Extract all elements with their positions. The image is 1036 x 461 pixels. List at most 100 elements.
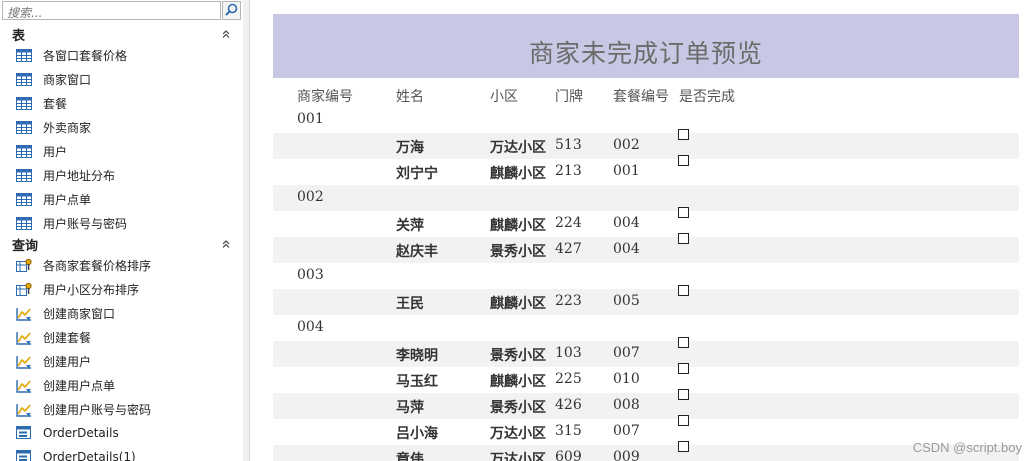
nav-item-tables[interactable]: 用户账号与密码 — [0, 211, 240, 235]
nav-item-queries[interactable]: 创建用户点单 — [0, 373, 240, 397]
nav-item-tables[interactable]: 外卖商家 — [0, 115, 240, 139]
nav-item-queries[interactable]: OrderDetails — [0, 421, 240, 445]
make-table-query-icon — [15, 329, 33, 345]
nav-item-label: 创建套餐 — [43, 330, 92, 345]
cell-name: 李晓明 — [396, 348, 438, 364]
cell-name: 马萍 — [396, 400, 424, 416]
cell-package-no: 010 — [613, 371, 640, 387]
cell-name: 章伟 — [396, 452, 424, 461]
cell-community: 景秀小区 — [490, 348, 546, 364]
form-icon — [15, 425, 33, 441]
cell-community: 万达小区 — [490, 452, 546, 461]
nav-item-queries[interactable]: 创建用户账号与密码 — [0, 397, 240, 421]
navigation-pane: 表 查询 各窗口套餐价格商家窗口套餐外卖商家用户用户地址分布用户点单用户账号与密… — [0, 0, 244, 461]
done-checkbox — [678, 233, 689, 244]
collapse-chevron-icon[interactable] — [220, 28, 232, 40]
report-view: 商家未完成订单预览 商家编号 姓名 小区 门牌 套餐编号 是否完成 001 万海万… — [250, 0, 1036, 461]
cell-community: 万达小区 — [490, 140, 546, 156]
column-header-done: 是否完成 — [679, 89, 735, 105]
cell-community: 景秀小区 — [490, 244, 546, 260]
nav-item-label: 创建用户点单 — [43, 378, 116, 393]
column-header-package-no: 套餐编号 — [613, 89, 669, 105]
report-detail-row: 马玉红 麒麟小区 225 010 — [273, 363, 1019, 393]
cell-merchant-no: 003 — [297, 267, 324, 283]
search-button[interactable] — [222, 1, 241, 20]
make-table-query-icon — [15, 377, 33, 393]
collapse-chevron-icon[interactable] — [220, 238, 232, 250]
nav-item-tables[interactable]: 各窗口套餐价格 — [0, 43, 240, 67]
nav-item-tables[interactable]: 用户地址分布 — [0, 163, 240, 187]
crosstab-query-icon — [15, 281, 33, 297]
queries-group-label: 查询 — [12, 238, 39, 254]
cell-community: 景秀小区 — [490, 400, 546, 416]
done-checkbox — [678, 337, 689, 348]
nav-item-label: 各商家套餐价格排序 — [43, 258, 152, 273]
done-checkbox — [678, 415, 689, 426]
cell-package-no: 004 — [613, 215, 640, 231]
table-icon — [15, 119, 33, 135]
nav-item-tables[interactable]: 商家窗口 — [0, 67, 240, 91]
watermark: CSDN @script.boy — [912, 440, 1022, 455]
search-icon — [225, 1, 238, 20]
nav-item-label: OrderDetails — [43, 426, 119, 440]
nav-item-label: 创建用户 — [43, 354, 92, 369]
cell-door: 223 — [555, 293, 582, 309]
cell-community: 万达小区 — [490, 426, 546, 442]
cell-door: 213 — [555, 163, 582, 179]
done-checkbox — [678, 441, 689, 452]
table-icon — [15, 191, 33, 207]
nav-item-queries[interactable]: 创建套餐 — [0, 325, 240, 349]
cell-community: 麒麟小区 — [490, 296, 546, 312]
report-detail-row: 吕小海 万达小区 315 007 — [273, 415, 1019, 445]
report-detail-row: 关萍 麒麟小区 224 004 — [273, 207, 1019, 237]
report-detail-row: 李晓明 景秀小区 103 007 — [273, 337, 1019, 367]
column-header-community: 小区 — [490, 89, 518, 105]
cell-community: 麒麟小区 — [490, 218, 546, 234]
cell-door: 426 — [555, 397, 582, 413]
nav-item-queries[interactable]: 创建用户 — [0, 349, 240, 373]
nav-item-label: OrderDetails(1) — [43, 450, 136, 461]
search-box[interactable] — [2, 1, 221, 22]
nav-item-label: 用户 — [43, 144, 68, 159]
nav-item-label: 各窗口套餐价格 — [43, 48, 128, 63]
column-header-door: 门牌 — [555, 89, 583, 105]
cell-name: 刘宁宁 — [396, 166, 438, 182]
nav-item-tables[interactable]: 用户 — [0, 139, 240, 163]
nav-item-queries[interactable]: 用户小区分布排序 — [0, 277, 240, 301]
cell-merchant-no: 002 — [297, 189, 324, 205]
queries-group-header[interactable]: 查询 — [0, 234, 240, 254]
nav-item-queries[interactable]: 创建商家窗口 — [0, 301, 240, 325]
tables-group-header[interactable]: 表 — [0, 24, 240, 44]
table-icon — [15, 143, 33, 159]
column-header-name: 姓名 — [396, 89, 424, 105]
report-group-row: 001 — [273, 107, 1019, 133]
table-icon — [15, 167, 33, 183]
make-table-query-icon — [15, 401, 33, 417]
nav-item-tables[interactable]: 用户点单 — [0, 187, 240, 211]
cell-name: 吕小海 — [396, 426, 438, 442]
nav-item-label: 用户小区分布排序 — [43, 282, 140, 297]
report-group-row: 004 — [273, 315, 1019, 341]
pane-splitter[interactable] — [243, 0, 250, 461]
make-table-query-icon — [15, 305, 33, 321]
make-table-query-icon — [15, 353, 33, 369]
nav-item-label: 用户地址分布 — [43, 168, 116, 183]
cell-package-no: 009 — [613, 449, 640, 461]
cell-package-no: 007 — [613, 423, 640, 439]
search-input[interactable] — [3, 4, 220, 22]
cell-door: 225 — [555, 371, 582, 387]
cell-package-no: 004 — [613, 241, 640, 257]
report-detail-row: 马萍 景秀小区 426 008 — [273, 389, 1019, 419]
cell-merchant-no: 004 — [297, 319, 324, 335]
nav-item-queries[interactable]: 各商家套餐价格排序 — [0, 253, 240, 277]
nav-item-label: 外卖商家 — [43, 120, 92, 135]
nav-item-tables[interactable]: 套餐 — [0, 91, 240, 115]
done-checkbox — [678, 389, 689, 400]
report-header-band: 商家未完成订单预览 — [273, 14, 1019, 78]
done-checkbox — [678, 155, 689, 166]
nav-item-queries[interactable]: OrderDetails(1) — [0, 445, 240, 461]
cell-merchant-no: 001 — [297, 111, 324, 127]
table-icon — [15, 215, 33, 231]
cell-package-no: 002 — [613, 137, 640, 153]
cell-door: 513 — [555, 137, 582, 153]
